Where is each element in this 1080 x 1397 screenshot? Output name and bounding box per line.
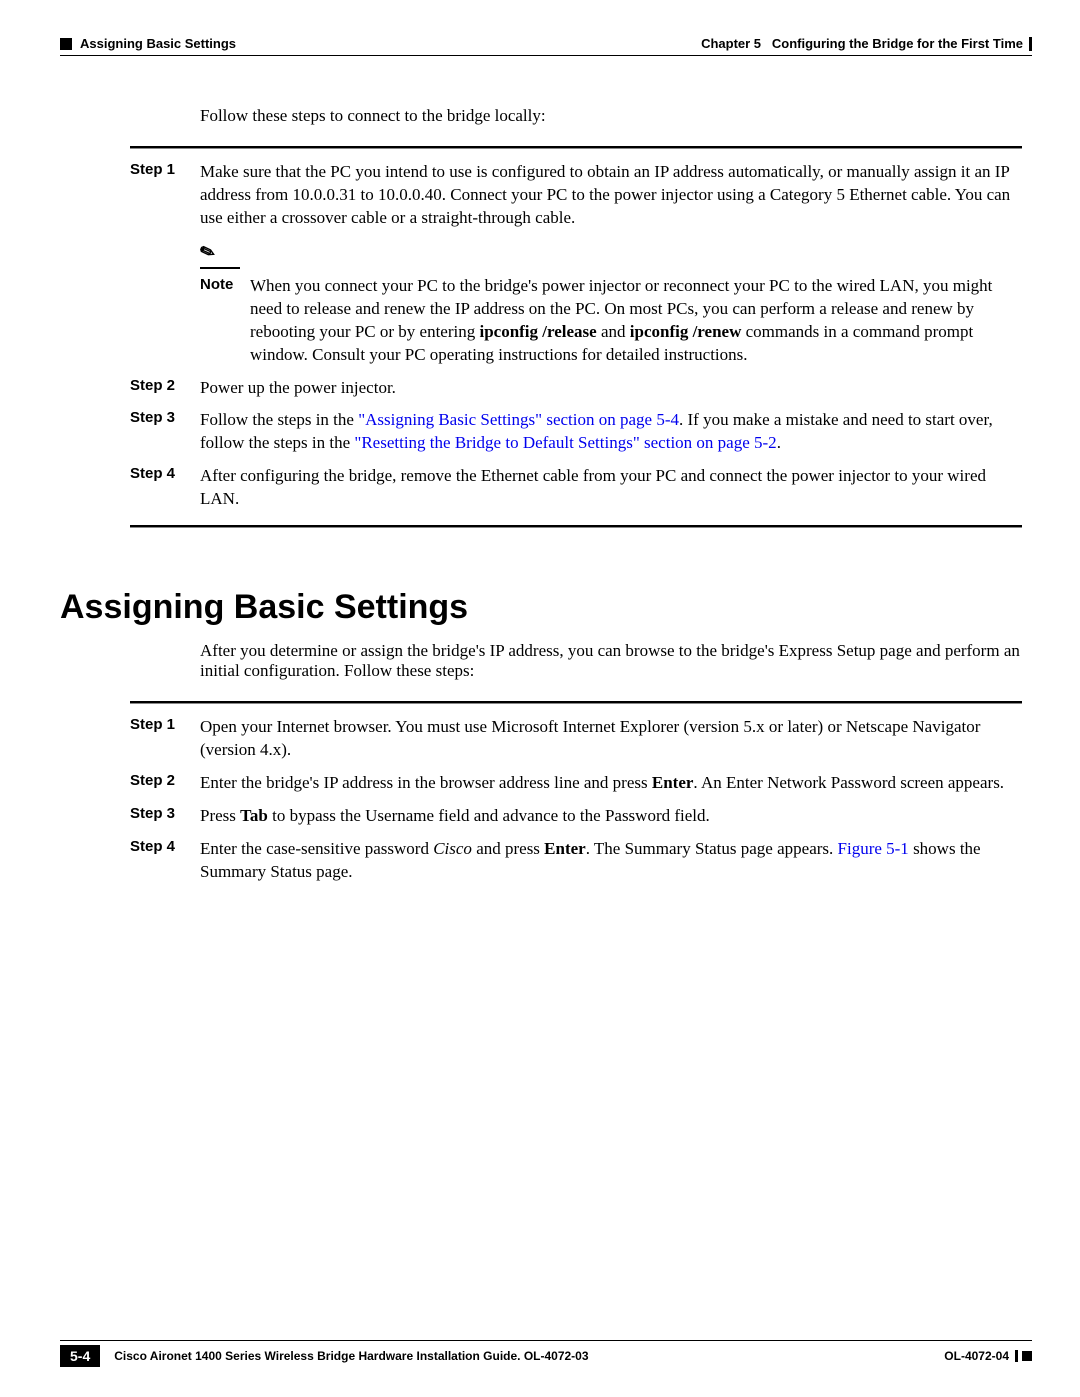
step-label: Step 4	[130, 838, 200, 884]
step-text: After configuring the bridge, remove the…	[200, 465, 1022, 511]
section-heading: Assigning Basic Settings	[60, 588, 1032, 627]
step-label: Step 3	[130, 409, 200, 455]
step-label: Step 1	[130, 716, 200, 762]
page: Assigning Basic Settings Chapter 5 Confi…	[0, 0, 1080, 1397]
section-divider	[130, 525, 1022, 528]
intro-paragraph: Follow these steps to connect to the bri…	[200, 106, 1022, 126]
step-body: Enter the bridge's IP address in the bro…	[200, 772, 1022, 795]
header-divider	[60, 55, 1032, 56]
step-row: Step 3 Follow the steps in the "Assignin…	[200, 409, 1022, 455]
intro-paragraph: After you determine or assign the bridge…	[200, 641, 1022, 681]
step-text: Power up the power injector.	[200, 377, 1022, 400]
step-row: Step 4 After configuring the bridge, rem…	[200, 465, 1022, 511]
note-box: ✎ Note When you connect your PC to the b…	[200, 240, 1022, 367]
chapter-title: Configuring the Bridge for the First Tim…	[772, 36, 1023, 51]
chapter-label: Chapter 5	[701, 36, 761, 51]
xref-link[interactable]: "Assigning Basic Settings" section on pa…	[358, 410, 679, 429]
step-text: Make sure that the PC you intend to use …	[200, 162, 1010, 227]
step-label: Step 3	[130, 805, 200, 828]
step-row: Step 2 Power up the power injector.	[200, 377, 1022, 400]
page-footer: 5-4 Cisco Aironet 1400 Series Wireless B…	[60, 1340, 1032, 1367]
step-label: Step 4	[130, 465, 200, 511]
footer-doc: OL-4072-04	[944, 1349, 1032, 1363]
xref-link[interactable]: Figure 5-1	[838, 839, 909, 858]
square-icon	[60, 38, 72, 50]
footer-rule-icon	[1015, 1350, 1018, 1362]
main-content: Follow these steps to connect to the bri…	[200, 106, 1022, 528]
page-number: 5-4	[60, 1345, 100, 1367]
step-label: Step 2	[130, 772, 200, 795]
section-divider	[130, 701, 1022, 704]
step-body: Press Tab to bypass the Username field a…	[200, 805, 1022, 828]
step-row: Step 3 Press Tab to bypass the Username …	[200, 805, 1022, 828]
step-row: Step 1 Make sure that the PC you intend …	[200, 161, 1022, 367]
doc-number: OL-4072-04	[944, 1349, 1009, 1363]
section-content: After you determine or assign the bridge…	[200, 641, 1022, 884]
note-label: Note	[200, 275, 250, 367]
pencil-icon: ✎	[196, 238, 218, 266]
footer-title: Cisco Aironet 1400 Series Wireless Bridg…	[100, 1349, 944, 1363]
footer-divider	[60, 1340, 1032, 1341]
square-icon	[1022, 1351, 1032, 1361]
step-label: Step 2	[130, 377, 200, 400]
step-row: Step 1 Open your Internet browser. You m…	[200, 716, 1022, 762]
section-divider	[130, 146, 1022, 149]
step-label: Step 1	[130, 161, 200, 367]
xref-link[interactable]: "Resetting the Bridge to Default Setting…	[354, 433, 776, 452]
step-text: Open your Internet browser. You must use…	[200, 716, 1022, 762]
step-body: Enter the case-sensitive password Cisco …	[200, 838, 1022, 884]
note-text: When you connect your PC to the bridge's…	[250, 275, 1022, 367]
step-body: Follow the steps in the "Assigning Basic…	[200, 409, 1022, 455]
header-rule-icon	[1029, 37, 1032, 51]
step-row: Step 4 Enter the case-sensitive password…	[200, 838, 1022, 884]
page-header: Assigning Basic Settings Chapter 5 Confi…	[60, 36, 1032, 51]
step-row: Step 2 Enter the bridge's IP address in …	[200, 772, 1022, 795]
step-body: Make sure that the PC you intend to use …	[200, 161, 1022, 367]
header-section-text: Assigning Basic Settings	[80, 36, 236, 51]
header-chapter: Chapter 5 Configuring the Bridge for the…	[701, 36, 1032, 51]
note-underline	[200, 267, 240, 269]
header-section: Assigning Basic Settings	[60, 36, 236, 51]
